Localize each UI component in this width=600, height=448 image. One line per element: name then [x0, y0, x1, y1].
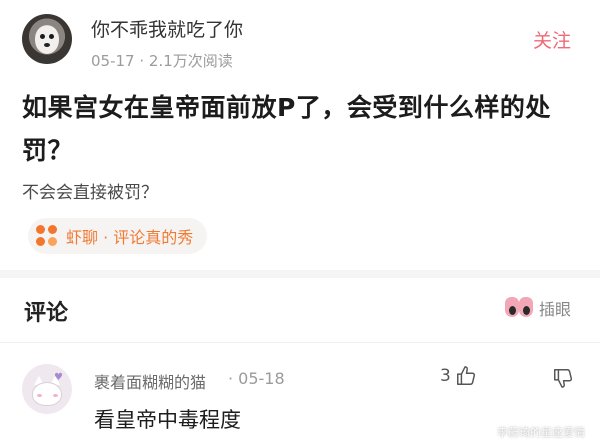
follow-button[interactable]: 关注	[514, 24, 590, 58]
topic-chip[interactable]: 虾聊 · 评论真的秀	[28, 218, 208, 254]
insert-eye-label: 插眼	[539, 300, 572, 319]
like-button[interactable]: 3	[440, 364, 477, 388]
eyes-icon	[505, 297, 533, 319]
avatar-eye-right	[49, 34, 54, 39]
comments-divider	[0, 342, 600, 343]
author-name[interactable]: 你不乖我就吃了你	[91, 15, 243, 42]
heart-icon: ♥	[54, 372, 63, 383]
commenter-avatar[interactable]: ♥	[22, 364, 72, 414]
post-header: 你不乖我就吃了你 05-17 · 2.1万次阅读 关注	[0, 0, 600, 80]
watermark-text: 李蔚琦的星座爱情	[497, 426, 585, 439]
comment-text: 看皇帝中毒程度	[94, 408, 241, 432]
avatar-blush-left	[37, 394, 42, 397]
comments-title: 评论	[24, 301, 69, 326]
avatar-nose	[44, 43, 50, 47]
post-subtext: 不会会直接被罚？	[22, 183, 158, 203]
topic-dots-icon	[36, 225, 58, 247]
post-meta: 05-17 · 2.1万次阅读	[91, 52, 233, 70]
insert-eye-button[interactable]: 插眼	[505, 296, 571, 320]
commenter-name[interactable]: 裹着面糊糊的猫	[94, 369, 206, 393]
topic-label: 虾聊 · 评论真的秀	[66, 228, 194, 247]
like-count: 3	[440, 366, 451, 386]
comment-date: · 05-18	[228, 369, 285, 388]
avatar-dog-face	[35, 26, 59, 54]
section-divider	[0, 270, 600, 278]
avatar-blush-right	[53, 394, 58, 397]
post-title: 如果宫女在皇帝面前放P了，会受到什么样的处罚？	[22, 93, 551, 165]
thumbs-down-icon[interactable]	[552, 366, 574, 390]
avatar-eye-left	[40, 34, 45, 39]
author-avatar[interactable]	[22, 14, 72, 64]
thumbs-up-icon	[456, 366, 475, 385]
